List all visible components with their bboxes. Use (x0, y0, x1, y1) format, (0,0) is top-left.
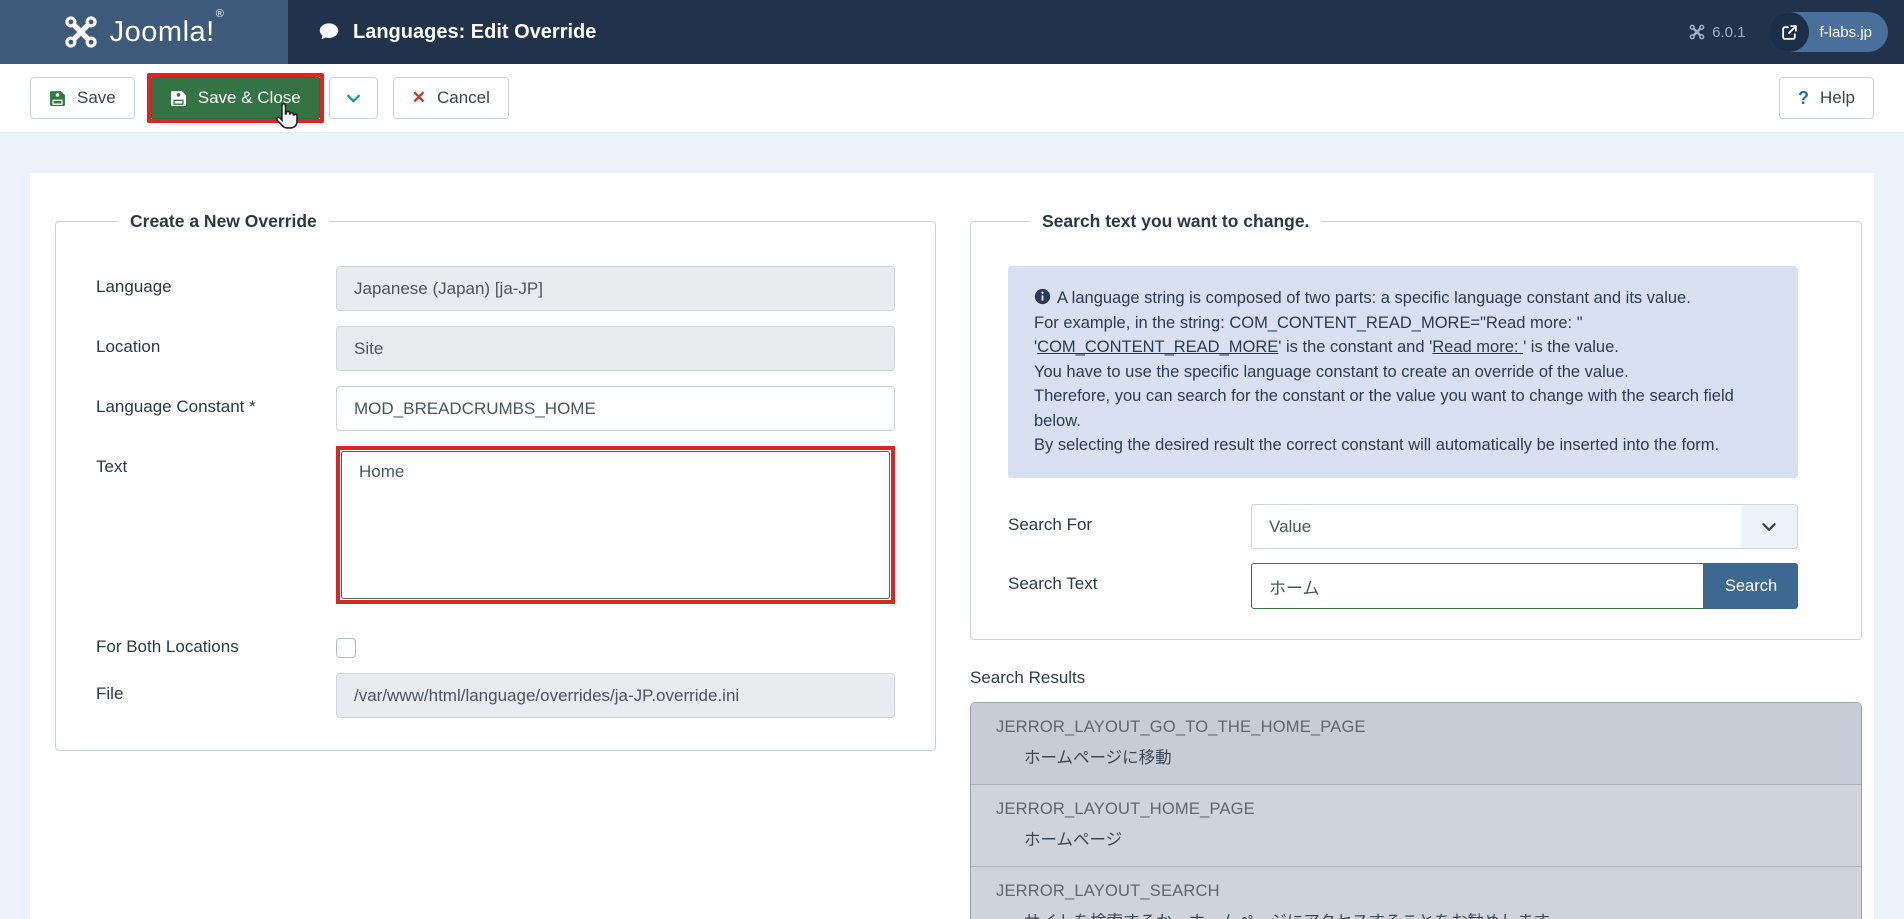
search-for-select[interactable]: Value (1251, 504, 1798, 549)
help-button[interactable]: ? Help (1779, 77, 1874, 119)
location-label: Location (96, 326, 336, 371)
search-results-list: JERROR_LAYOUT_GO_TO_THE_HOME_PAGE ホームページ… (970, 702, 1862, 919)
external-link-icon (1769, 12, 1809, 52)
search-text-input[interactable] (1251, 563, 1704, 609)
search-result-row[interactable]: JERROR_LAYOUT_HOME_PAGE ホームページ (971, 785, 1861, 867)
save-and-close-button[interactable]: Save & Close (151, 77, 320, 119)
override-text-field[interactable]: Home (341, 451, 890, 599)
for-both-locations-checkbox[interactable] (336, 638, 356, 658)
language-label: Language (96, 266, 336, 311)
file-field (336, 673, 895, 718)
create-override-fieldset: Create a New Override Language Location … (55, 211, 936, 751)
for-both-locations-label: For Both Locations (96, 626, 336, 658)
save-icon (49, 90, 66, 107)
content-area: Create a New Override Language Location … (30, 173, 1874, 919)
language-field (336, 266, 895, 311)
location-field (336, 326, 895, 371)
admin-header: Joomla!® Languages: Edit Override 6.0.1 … (0, 0, 1904, 64)
constant-example-link[interactable]: COM_CONTENT_READ_MORE (1037, 338, 1278, 356)
search-legend: Search text you want to change. (1030, 211, 1321, 232)
search-button[interactable]: Search (1704, 563, 1798, 609)
annotation-highlight-box: Save & Close (147, 73, 324, 123)
value-example-link[interactable]: Read more: (1432, 338, 1523, 356)
file-label: File (96, 673, 336, 718)
site-preview-button[interactable]: f-labs.jp (1769, 12, 1888, 52)
page-title-area: Languages: Edit Override (318, 0, 596, 64)
help-question-icon: ? (1798, 88, 1809, 109)
search-result-row[interactable]: JERROR_LAYOUT_SEARCH サイトを検索するか、ホームページにアク… (971, 867, 1861, 919)
joomla-version-icon (1689, 24, 1705, 40)
toolbar: Save Save & Close ✕ Cancel ? Help (0, 64, 1904, 133)
search-fieldset: Search text you want to change. A langua… (970, 211, 1862, 640)
save-button[interactable]: Save (30, 77, 135, 119)
info-icon (1034, 288, 1051, 305)
page-title: Languages: Edit Override (353, 21, 596, 44)
search-results-heading: Search Results (970, 668, 1862, 688)
search-column: Search text you want to change. A langua… (970, 211, 1862, 919)
language-constant-field[interactable] (336, 386, 895, 431)
cancel-x-icon: ✕ (412, 88, 426, 108)
cancel-button[interactable]: ✕ Cancel (393, 77, 509, 119)
search-text-label: Search Text (1008, 563, 1251, 609)
save-icon (170, 90, 187, 107)
save-options-dropdown-button[interactable] (329, 77, 378, 119)
speech-bubble-icon (318, 21, 340, 43)
site-link-label: f-labs.jp (1819, 24, 1872, 41)
joomla-logo[interactable]: Joomla!® (0, 0, 288, 64)
search-result-row[interactable]: JERROR_LAYOUT_GO_TO_THE_HOME_PAGE ホームページ… (971, 703, 1861, 785)
joomla-logo-text: Joomla!® (110, 16, 225, 49)
joomla-mark-icon (64, 15, 98, 49)
chevron-down-icon (1741, 505, 1797, 548)
chevron-down-icon (345, 90, 362, 107)
create-override-legend: Create a New Override (118, 211, 329, 232)
info-box: A language string is composed of two par… (1008, 266, 1798, 478)
language-constant-label: Language Constant * (96, 386, 336, 431)
annotation-highlight-box: Home (336, 446, 895, 604)
text-label: Text (96, 446, 336, 604)
search-for-label: Search For (1008, 504, 1251, 549)
version-badge: 6.0.1 (1689, 24, 1745, 41)
